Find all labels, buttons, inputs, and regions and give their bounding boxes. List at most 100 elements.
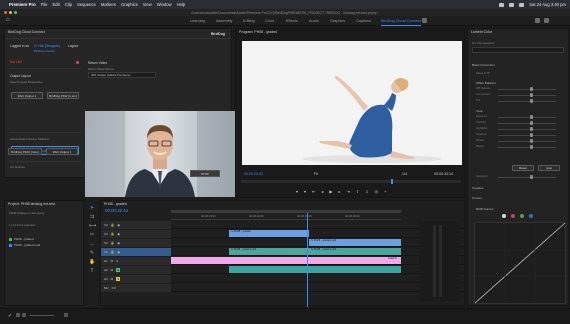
eye-icon[interactable]: ◉ xyxy=(117,250,120,254)
return-source-select[interactable]: NDI Output (Adobe Premiere) xyxy=(88,72,156,78)
clip[interactable]: fx PH08 - graded.mp4 xyxy=(229,248,309,255)
lift-icon[interactable]: ⇪ xyxy=(356,189,359,194)
grid-view-icon[interactable] xyxy=(22,313,26,317)
curves-section[interactable]: Curves xyxy=(472,196,482,200)
mark-in-icon[interactable]: ▾ xyxy=(296,189,298,194)
workspace-editing[interactable]: Editing xyxy=(243,19,255,23)
mark-out-icon[interactable]: ▾ xyxy=(304,189,306,194)
minimize-window-icon[interactable] xyxy=(9,11,12,14)
slider-knob[interactable] xyxy=(530,87,533,91)
track-header[interactable]: A2 M S xyxy=(101,266,171,274)
app-menu[interactable]: Premiere Pro xyxy=(9,2,36,7)
slider-knob[interactable] xyxy=(530,121,533,125)
play-icon[interactable]: ▶ xyxy=(329,189,332,194)
slider-knob[interactable] xyxy=(530,127,533,131)
program-timecode[interactable]: 00:00:22:42 xyxy=(244,172,263,176)
wrench-icon[interactable]: ✔ xyxy=(8,313,12,319)
export-frame-icon[interactable]: ◎ xyxy=(375,189,379,194)
new-bin-icon[interactable] xyxy=(64,313,68,317)
slider-knob[interactable] xyxy=(530,175,533,179)
type-tool-icon[interactable]: T xyxy=(89,268,95,274)
workspace-color[interactable]: Color xyxy=(265,19,274,23)
step-back-icon[interactable]: ◂ xyxy=(321,189,323,194)
go-to-out-icon[interactable]: ⇥ xyxy=(347,189,350,194)
hand-tool-icon[interactable]: ✋ xyxy=(89,259,95,265)
account-link[interactable]: BirdDog Account xyxy=(34,49,55,53)
selection-tool-icon[interactable]: ➤ xyxy=(89,205,95,211)
mute-icon[interactable]: M xyxy=(111,268,114,272)
fit-select[interactable]: Fit xyxy=(314,172,318,176)
lumetri-tab[interactable]: Lumetri Color xyxy=(468,29,495,35)
step-forward-icon[interactable]: ▸ xyxy=(338,189,340,194)
slider-whites[interactable]: Whites xyxy=(476,139,564,143)
close-window-icon[interactable] xyxy=(4,11,7,14)
creative-section[interactable]: Creative xyxy=(472,186,484,190)
menu-markers[interactable]: Markers xyxy=(101,2,116,7)
clip[interactable]: fx PH08 - graded.mp4 xyxy=(309,239,401,246)
workspace-captions[interactable]: Captions xyxy=(356,19,371,23)
slider-temperature[interactable]: Temperature xyxy=(476,93,564,97)
slider-blacks[interactable]: Blacks xyxy=(476,145,564,149)
sequence-tab[interactable]: PH08 - graded xyxy=(101,201,130,207)
program-playhead[interactable] xyxy=(391,179,393,184)
resolution-select[interactable]: 1/4 xyxy=(402,172,407,176)
clip[interactable]: fx PH08 - graded.mp4 xyxy=(309,248,401,255)
menu-help[interactable]: Help xyxy=(177,2,186,7)
workspace-menu-icon[interactable] xyxy=(422,18,427,23)
source-web-output-button[interactable]: Web Output 1 xyxy=(46,148,78,155)
logout-link[interactable]: Logout xyxy=(68,44,78,48)
track-header[interactable]: V4 🔒 ◉ xyxy=(101,221,171,229)
track-header[interactable]: V1 🔒 ◉ xyxy=(101,248,171,256)
slip-tool-icon[interactable]: ↔ xyxy=(89,241,95,247)
slider-contrast[interactable]: Contrast xyxy=(476,121,564,125)
slider-knob[interactable] xyxy=(530,115,533,119)
slider-knob[interactable] xyxy=(530,93,533,97)
menu-edit[interactable]: Edit xyxy=(53,2,60,7)
workspace-birddog[interactable]: BirdDog Cloud Connect xyxy=(381,19,421,26)
slider-exposure[interactable]: Exposure xyxy=(476,115,564,119)
slider-highlights[interactable]: Highlights xyxy=(476,127,564,131)
track-header[interactable]: Mix 0.0 xyxy=(101,284,171,292)
program-scrubber[interactable] xyxy=(241,179,461,184)
workspace-learning[interactable]: Learning xyxy=(190,19,205,23)
red-channel-icon[interactable] xyxy=(511,214,515,218)
zoom-window-icon[interactable] xyxy=(14,11,17,14)
home-icon[interactable]: ⌂ xyxy=(6,17,10,23)
fullscreen-icon[interactable] xyxy=(544,18,549,23)
reset-button[interactable]: Reset xyxy=(512,165,534,171)
audio-clip[interactable] xyxy=(229,266,309,273)
share-icon[interactable] xyxy=(535,18,540,23)
workspace-effects[interactable]: Effects xyxy=(286,19,298,23)
blue-channel-icon[interactable] xyxy=(529,214,533,218)
slider-knob[interactable] xyxy=(530,99,533,103)
project-tab[interactable]: Project: PH08 birddog-ext-test xyxy=(5,201,58,207)
eye-icon[interactable]: ◉ xyxy=(117,223,120,227)
timeline-timecode[interactable]: 00:00:22:42 xyxy=(105,208,128,213)
basic-correction[interactable]: Basic Correction xyxy=(472,63,495,67)
plugin-tab[interactable]: BirdDog Cloud Connect xyxy=(5,29,48,35)
white-channel-icon[interactable] xyxy=(502,214,506,218)
slider-knob[interactable] xyxy=(530,145,533,149)
source-birddog-button[interactable]: BirdDog P100 (Cam) xyxy=(8,148,42,155)
program-tab[interactable]: Program: PH08 - graded xyxy=(236,29,280,35)
pen-tool-icon[interactable]: ✎ xyxy=(89,250,95,256)
clip[interactable]: Graphic xyxy=(171,257,401,264)
menu-file[interactable]: File xyxy=(41,2,48,7)
workspace-graphics[interactable]: Graphics xyxy=(330,19,345,23)
battery-icon[interactable] xyxy=(509,2,515,7)
slider-shadows[interactable]: Shadows xyxy=(476,133,564,137)
lumetri-clip-select[interactable] xyxy=(472,47,564,53)
solo-icon[interactable]: S xyxy=(116,268,121,272)
solo-icon[interactable]: S xyxy=(116,259,118,263)
auto-button[interactable]: Auto xyxy=(538,165,560,171)
track-header[interactable]: A3 M S xyxy=(101,275,171,283)
timeline-playhead[interactable] xyxy=(307,213,308,307)
lock-icon[interactable]: 🔒 xyxy=(111,241,115,245)
menu-sequence[interactable]: Sequence xyxy=(77,2,96,7)
add-button-icon[interactable]: + xyxy=(384,189,386,194)
eye-icon[interactable]: ◉ xyxy=(117,232,120,236)
lock-icon[interactable]: 🔒 xyxy=(111,232,115,236)
workspace-audio[interactable]: Audio xyxy=(309,19,319,23)
slider-knob[interactable] xyxy=(530,133,533,137)
menu-window[interactable]: Window xyxy=(157,2,172,7)
